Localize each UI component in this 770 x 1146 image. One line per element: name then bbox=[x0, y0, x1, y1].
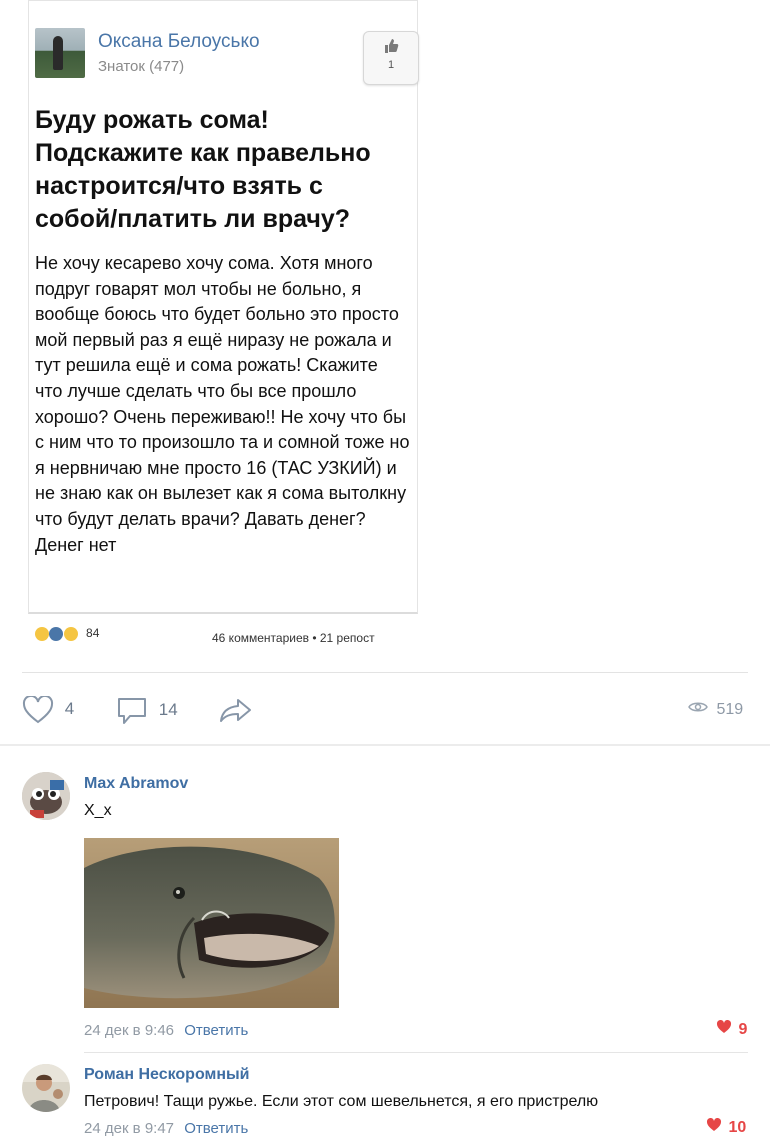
divider bbox=[22, 672, 748, 673]
comment-like-button[interactable]: 9 bbox=[716, 1019, 748, 1039]
comment-meta: 24 дек в 9:46 Ответить bbox=[84, 1022, 248, 1039]
reactions-count: 84 bbox=[86, 626, 100, 640]
avatar[interactable] bbox=[22, 772, 70, 820]
comment-like-button[interactable]: 10 bbox=[706, 1117, 747, 1137]
catfish-image[interactable] bbox=[84, 838, 339, 1008]
comment-author[interactable]: Max Abramov bbox=[84, 775, 188, 793]
share-arrow-icon bbox=[218, 699, 254, 722]
comment-text: Петрович! Тащи ружье. Если этот сом шеве… bbox=[84, 1093, 599, 1110]
like-emoji-icon bbox=[49, 626, 64, 641]
reactions-summary[interactable]: 84 bbox=[35, 626, 99, 641]
comment-count: 14 bbox=[158, 700, 178, 720]
like-count: 4 bbox=[64, 699, 75, 719]
reply-button[interactable]: Ответить bbox=[184, 1022, 248, 1039]
views-count: 519 bbox=[716, 701, 744, 718]
views-counter: 519 bbox=[688, 700, 743, 719]
comment-like-count: 10 bbox=[728, 1119, 747, 1136]
wow-emoji-icon bbox=[63, 626, 78, 641]
comment-meta: 24 дек в 9:47 Ответить bbox=[84, 1120, 248, 1137]
like-button[interactable]: 4 bbox=[22, 694, 75, 724]
laugh-emoji-icon bbox=[35, 626, 49, 641]
speech-bubble-icon bbox=[116, 698, 153, 724]
comment-text: X_x bbox=[84, 802, 112, 819]
thumbs-up-icon bbox=[364, 38, 418, 58]
author-avatar[interactable] bbox=[35, 28, 85, 78]
reply-button[interactable]: Ответить bbox=[184, 1120, 248, 1137]
comment-like-count: 9 bbox=[738, 1021, 748, 1038]
author-name[interactable]: Оксана Белоусько bbox=[98, 31, 260, 53]
comment-time: 24 дек в 9:46 bbox=[84, 1022, 175, 1039]
eye-icon bbox=[688, 701, 712, 718]
question-like-count: 1 bbox=[387, 59, 395, 71]
avatar[interactable] bbox=[22, 1064, 70, 1112]
comment-button[interactable]: 14 bbox=[116, 696, 178, 726]
heart-filled-icon bbox=[706, 1117, 726, 1136]
comment-time: 24 дек в 9:47 bbox=[84, 1120, 175, 1137]
comment-author[interactable]: Роман Нескоромный bbox=[84, 1066, 250, 1084]
question-title: Буду рожать сома! Подскажите как правель… bbox=[35, 106, 371, 233]
question-like-button[interactable]: 1 bbox=[363, 31, 419, 85]
heart-filled-icon bbox=[716, 1019, 736, 1038]
section-separator bbox=[0, 744, 770, 746]
question-body: Не хочу кесарево хочу сома. Хотя много п… bbox=[35, 253, 410, 555]
author-rank: Знаток (477) bbox=[98, 58, 185, 75]
heart-outline-icon bbox=[22, 694, 59, 724]
divider bbox=[84, 1052, 748, 1053]
comments-reposts-count[interactable]: 46 комментариев • 21 репост bbox=[212, 631, 375, 645]
share-button[interactable] bbox=[218, 696, 254, 724]
